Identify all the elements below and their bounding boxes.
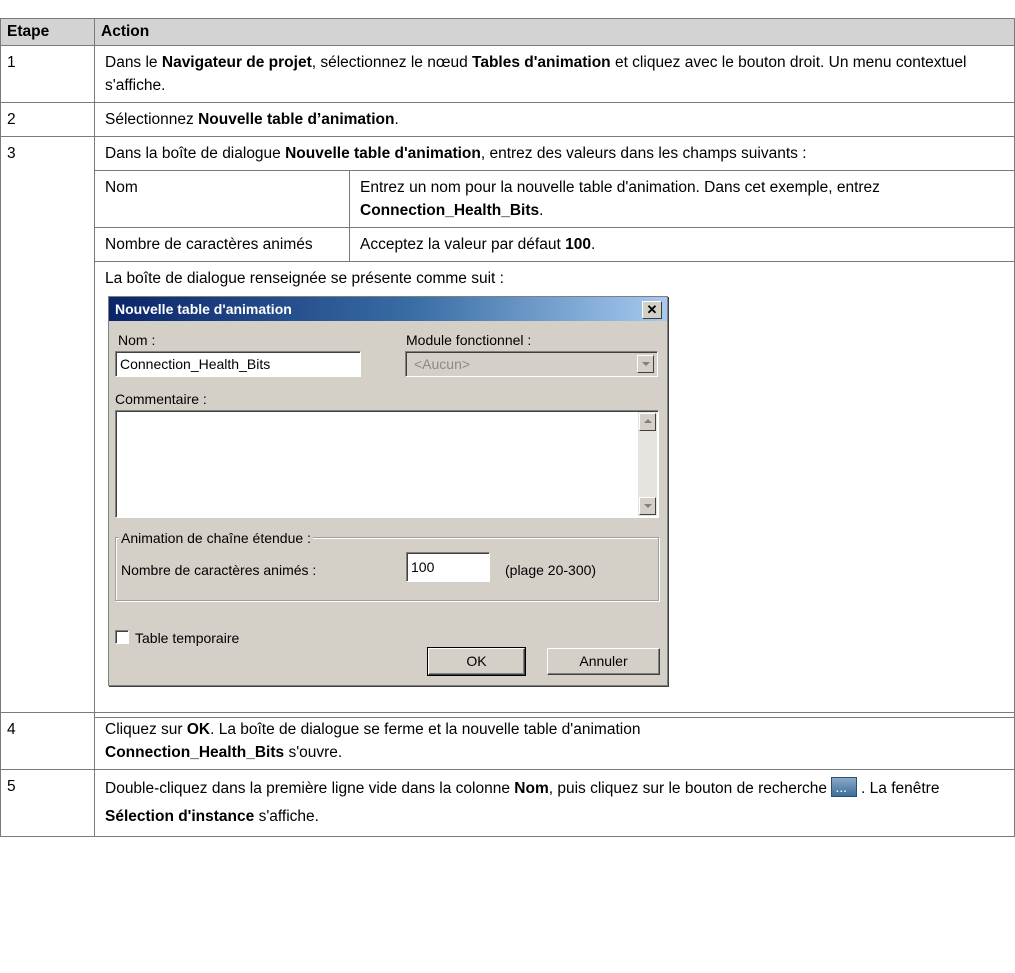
action-text: , entrez des valeurs dans les champs sui… — [480, 145, 807, 162]
parameter-row: La boîte de dialogue renseignée se prése… — [94, 261, 1015, 718]
scroll-up-icon[interactable] — [639, 413, 656, 431]
parameter-description: Entrez un nom pour la nouvelle table d'a… — [349, 170, 1015, 228]
ok-button[interactable]: OK — [427, 647, 526, 676]
action-bold: Nouvelle table d’animation — [198, 111, 395, 128]
action-text: s'ouvre. — [284, 744, 343, 761]
action-text: . La fenêtre — [861, 780, 940, 797]
action-text: . La boîte de dialogue se ferme et la no… — [210, 721, 641, 738]
table-row: 1 Dans le Navigateur de projet, sélectio… — [0, 45, 1015, 103]
browse-ellipsis-icon[interactable]: ... — [831, 776, 858, 797]
action-text: Entrez un nom pour la nouvelle table d'a… — [360, 179, 880, 196]
table-header-row: Etape Action — [0, 18, 1015, 46]
table-row: 3 Dans la boîte de dialogue Nouvelle tab… — [0, 136, 1015, 718]
dialog-example-cell: La boîte de dialogue renseignée se prése… — [94, 261, 1015, 718]
comment-textarea[interactable] — [115, 410, 659, 518]
action-text: , sélectionnez le nœud — [311, 54, 473, 71]
chars-label: Nombre de caractères animés : — [121, 562, 317, 578]
procedure-table: Etape Action 1 Dans le Navigateur de pro… — [0, 18, 1015, 837]
nom-label: Nom : — [118, 332, 156, 348]
parameter-row: Nombre de caractères animés Acceptez la … — [94, 227, 1015, 262]
dialog-intro: La boîte de dialogue renseignée se prése… — [105, 270, 504, 287]
action-bold: Tables d'animation — [472, 54, 611, 71]
step-number: 1 — [0, 45, 95, 103]
scroll-down-icon[interactable] — [639, 497, 656, 515]
action-bold: Navigateur de projet — [161, 54, 312, 71]
temp-table-checkbox[interactable] — [115, 630, 129, 644]
step-action: Cliquez sur OK. La boîte de dialogue se … — [94, 712, 1015, 770]
step-number: 3 — [0, 136, 95, 713]
action-text: Acceptez la valeur par défaut — [360, 236, 566, 253]
chars-field[interactable]: 100 — [406, 552, 490, 582]
step-number: 4 — [0, 712, 95, 770]
parameters-table: Nom Entrez un nom pour la nouvelle table… — [94, 170, 1015, 718]
action-bold: Sélection d'instance — [105, 808, 255, 825]
dialog-title: Nouvelle table d'animation — [109, 297, 667, 321]
action-text: Double-cliquez dans la première ligne vi… — [105, 780, 515, 797]
action-text: Sélectionnez — [105, 111, 199, 128]
comment-label: Commentaire : — [115, 391, 207, 407]
nom-field[interactable]: Connection_Health_Bits — [115, 351, 361, 377]
action-bold: 100 — [565, 236, 591, 253]
parameter-name: Nom — [94, 170, 350, 228]
header-action: Action — [94, 18, 1015, 46]
step-action: Double-cliquez dans la première ligne vi… — [94, 769, 1015, 837]
action-text: . — [539, 202, 544, 219]
action-text: . — [590, 236, 596, 253]
module-label: Module fonctionnel : — [406, 332, 532, 348]
table-row: 2 Sélectionnez Nouvelle table d’animatio… — [0, 102, 1015, 137]
step-action: Sélectionnez Nouvelle table d’animation. — [94, 102, 1015, 137]
close-icon[interactable]: ✕ — [642, 301, 662, 319]
action-text: . — [394, 111, 399, 128]
table-row: 4 Cliquez sur OK. La boîte de dialogue s… — [0, 712, 1015, 770]
action-text: , puis cliquez sur le bouton de recherch… — [548, 780, 828, 797]
new-animation-table-dialog: Nouvelle table d'animation ✕ Nom : Modul… — [108, 296, 668, 686]
action-bold: OK — [186, 721, 211, 738]
action-text: Dans le — [105, 54, 162, 71]
step-number: 5 — [0, 769, 95, 837]
header-step: Etape — [0, 18, 95, 46]
comment-scrollbar[interactable] — [638, 412, 657, 516]
action-text: Dans la boîte de dialogue — [105, 145, 286, 162]
parameter-description: Acceptez la valeur par défaut 100. — [349, 227, 1015, 262]
cancel-button[interactable]: Annuler — [547, 648, 660, 675]
step-action: Dans le Navigateur de projet, sélectionn… — [94, 45, 1015, 103]
step-action: Dans la boîte de dialogue Nouvelle table… — [94, 136, 1015, 718]
action-bold: Connection_Health_Bits — [360, 202, 540, 219]
group-label: Animation de chaîne étendue : — [119, 527, 313, 550]
module-select[interactable]: <Aucun> — [405, 351, 658, 377]
action-text: s'affiche. — [254, 808, 319, 825]
action-bold: Nom — [514, 780, 549, 797]
action-text: Cliquez sur — [105, 721, 187, 738]
parameter-name: Nombre de caractères animés — [94, 227, 350, 262]
step-number: 2 — [0, 102, 95, 137]
chevron-down-icon[interactable] — [637, 355, 654, 373]
module-select-value: <Aucun> — [414, 356, 471, 372]
range-text: (plage 20-300) — [505, 562, 597, 578]
procedure-document: Etape Action 1 Dans le Navigateur de pro… — [0, 0, 1015, 973]
temp-table-label: Table temporaire — [135, 630, 240, 646]
action-bold: Nouvelle table d'animation — [285, 145, 481, 162]
parameter-row: Nom Entrez un nom pour la nouvelle table… — [94, 170, 1015, 228]
table-row: 5 Double-cliquez dans la première ligne … — [0, 769, 1015, 837]
action-bold: Connection_Health_Bits — [105, 744, 285, 761]
